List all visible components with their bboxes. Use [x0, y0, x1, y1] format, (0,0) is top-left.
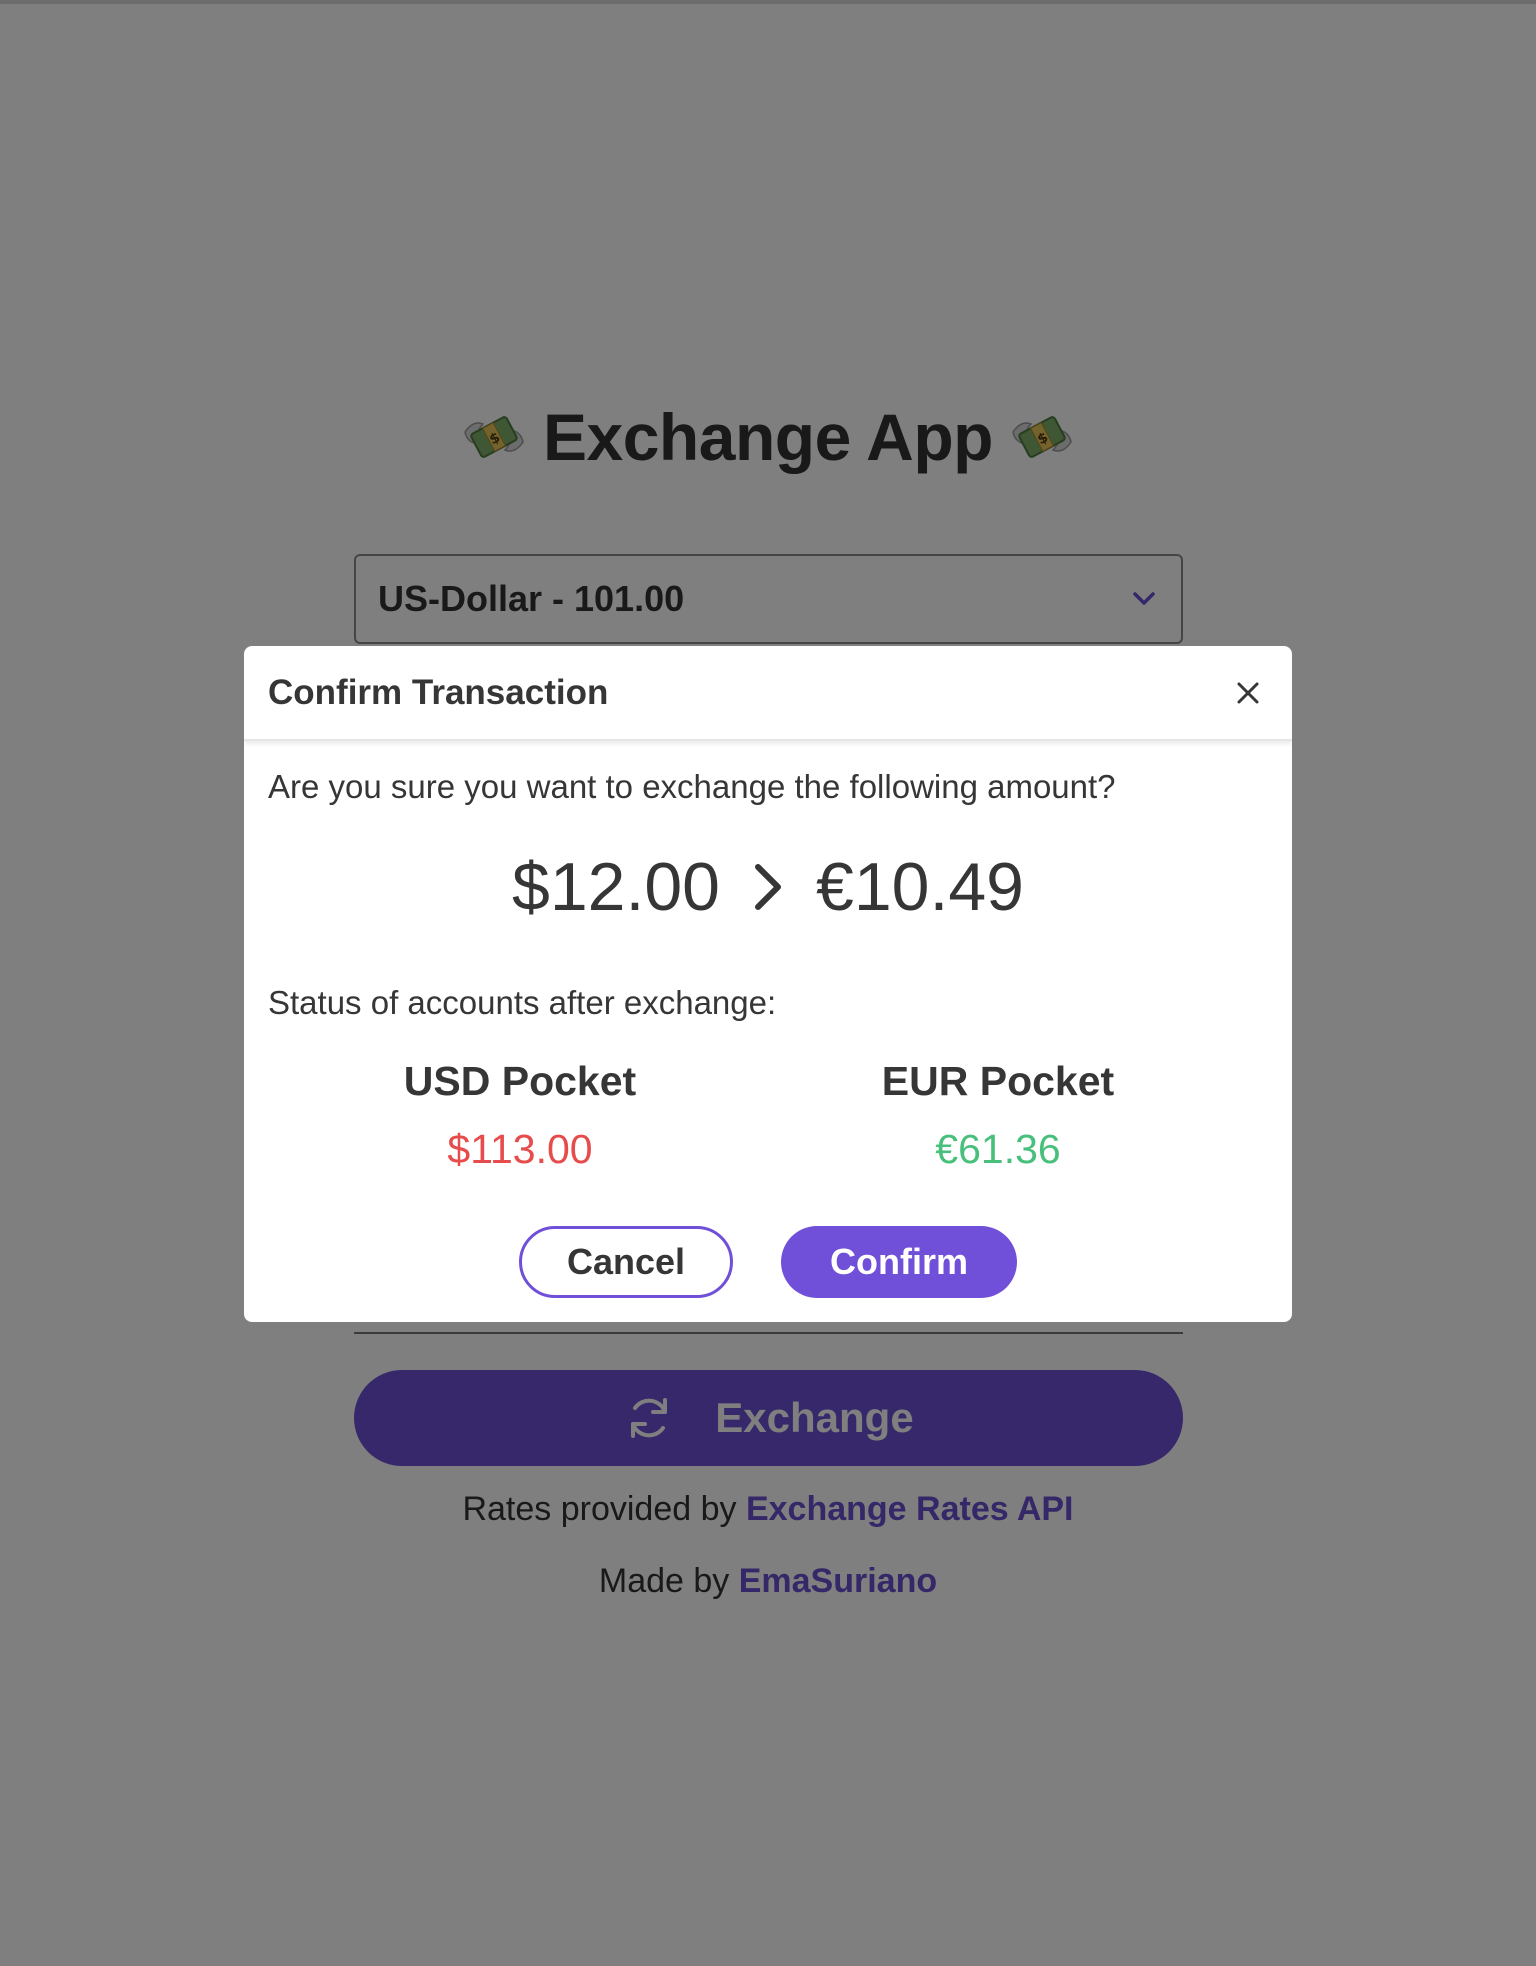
- pocket-name: USD Pocket: [403, 1058, 637, 1104]
- usd-pocket: USD Pocket $113.00: [310, 1054, 730, 1176]
- modal-header: Confirm Transaction: [244, 646, 1292, 741]
- close-icon: [1237, 682, 1259, 703]
- eur-pocket: EUR Pocket €61.36: [788, 1054, 1208, 1176]
- pocket-value: €61.36: [935, 1126, 1061, 1172]
- status-label: Status of accounts after exchange:: [268, 984, 777, 1021]
- modal-question: Are you sure you want to exchange the fo…: [268, 768, 1116, 805]
- confirm-button[interactable]: Confirm: [781, 1226, 1017, 1298]
- chevron-right-icon: [755, 864, 781, 910]
- exchange-amount-summary: $12.00 €10.49: [244, 842, 1292, 932]
- confirm-transaction-modal: Confirm Transaction Are you sure you wan…: [244, 646, 1292, 1322]
- from-amount: $12.00: [512, 849, 720, 925]
- cancel-button[interactable]: Cancel: [519, 1226, 733, 1298]
- modal-title: Confirm Transaction: [268, 672, 609, 712]
- pocket-name: EUR Pocket: [881, 1058, 1115, 1104]
- to-amount: €10.49: [816, 849, 1024, 925]
- pocket-value: $113.00: [447, 1126, 593, 1172]
- modal-actions: Cancel Confirm: [244, 1226, 1292, 1298]
- close-button[interactable]: [1228, 673, 1268, 713]
